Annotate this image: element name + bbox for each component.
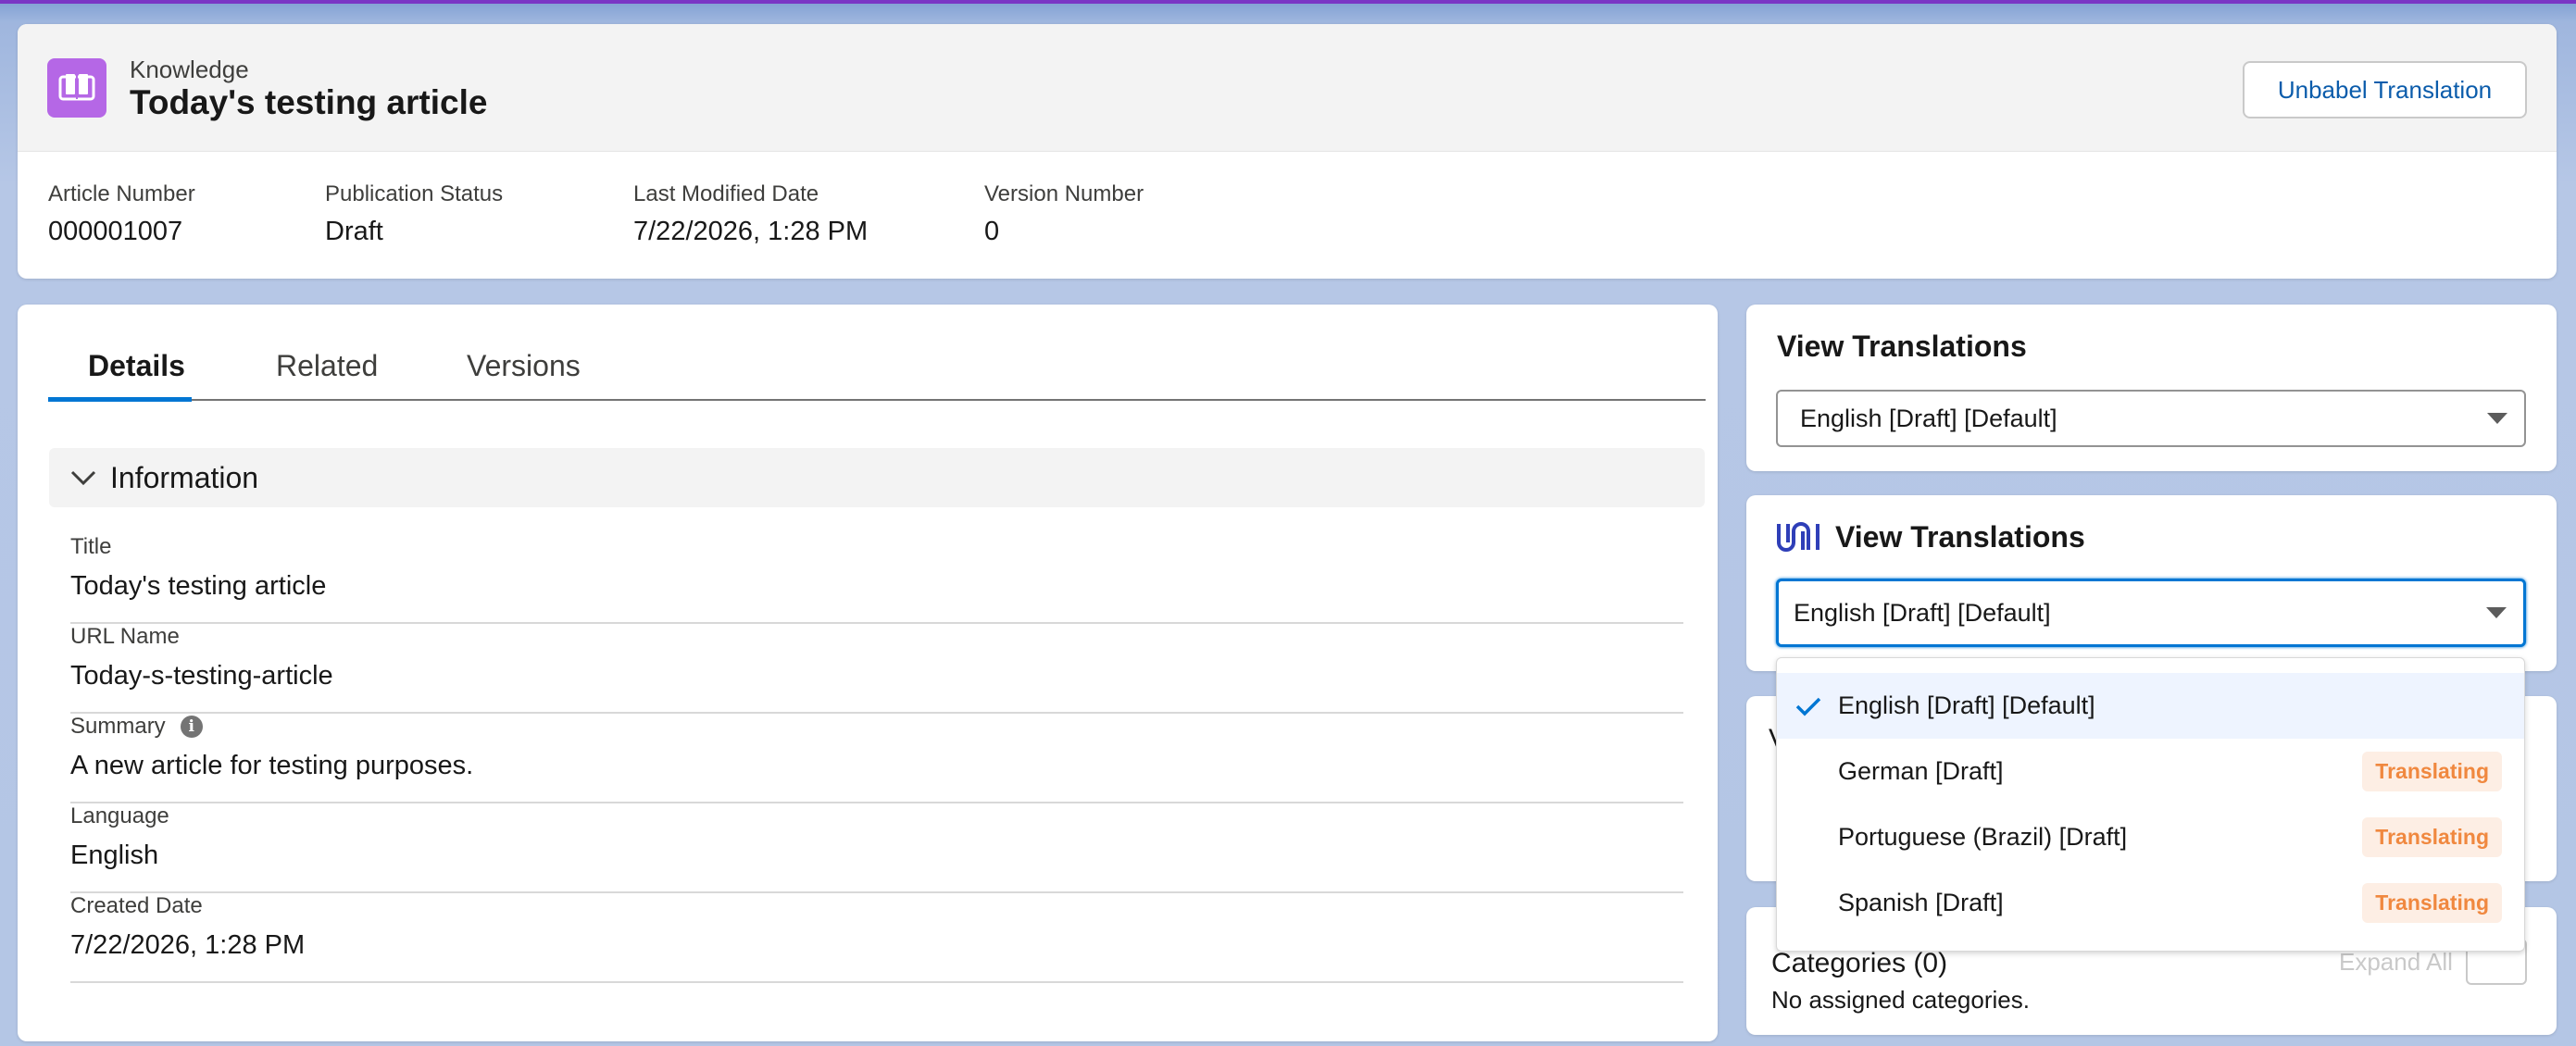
info-icon[interactable]: i: [180, 716, 203, 738]
unbabel-view-translations-card: View Translations English [Draft] [Defau…: [1746, 495, 2557, 671]
field-value: Draft: [325, 217, 383, 246]
details-card: Details Related Versions Information Tit…: [18, 305, 1718, 1041]
tab-bar: Details Related Versions: [48, 305, 1706, 402]
categories-empty-text: No assigned categories.: [1771, 986, 2030, 1014]
dropdown-option-spanish[interactable]: Spanish [Draft] Translating: [1777, 870, 2524, 936]
field-value: Today-s-testing-article: [70, 661, 333, 691]
field-url-name: URL Name Today-s-testing-article: [70, 624, 1683, 714]
tab-related[interactable]: Related: [276, 349, 378, 383]
field-label-text: Created Date: [70, 893, 203, 918]
highlight-field-last-modified-date: Last Modified Date 7/22/2026, 1:28 PM: [633, 181, 868, 247]
unbabel-logo-icon: [1775, 518, 1821, 555]
record-header-top: Knowledge Today's testing article Unbabe…: [18, 24, 2557, 152]
dropdown-option-german[interactable]: German [Draft] Translating: [1777, 739, 2524, 804]
card-title: View Translations: [1777, 330, 2027, 363]
highlight-field-version-number: Version Number 0: [984, 181, 1144, 247]
translating-badge: Translating: [2362, 817, 2502, 857]
field-label: Created Date: [70, 893, 203, 919]
translation-language-select[interactable]: English [Draft] [Default]: [1776, 390, 2526, 447]
caret-down-icon: [2486, 607, 2507, 618]
top-accent-bar: [0, 0, 2576, 4]
option-label: English [Draft] [Default]: [1838, 691, 2095, 719]
option-label: German [Draft]: [1838, 757, 2004, 785]
dropdown-option-portuguese-brazil[interactable]: Portuguese (Brazil) [Draft] Translating: [1777, 804, 2524, 870]
field-value: 000001007: [48, 217, 183, 246]
highlight-field-article-number: Article Number 000001007: [48, 181, 195, 247]
field-label: Article Number: [48, 181, 195, 206]
field-created-date: Created Date 7/22/2026, 1:28 PM: [70, 893, 1683, 983]
field-value: English: [70, 841, 159, 870]
active-tab-indicator: [48, 397, 192, 402]
option-label: Spanish [Draft]: [1838, 889, 2004, 916]
section-title: Information: [110, 460, 259, 494]
field-summary: Summary i A new article for testing purp…: [70, 714, 1683, 803]
field-label: Last Modified Date: [633, 181, 819, 206]
field-label: Version Number: [984, 181, 1144, 206]
field-label-text: URL Name: [70, 624, 180, 649]
record-header: Knowledge Today's testing article Unbabe…: [18, 24, 2557, 279]
field-label: Title: [70, 534, 111, 560]
information-section-header[interactable]: Information: [49, 448, 1705, 507]
card-title: View Translations: [1835, 520, 2085, 554]
dropdown-option-english[interactable]: English [Draft] [Default]: [1777, 673, 2524, 739]
check-icon: [1792, 690, 1825, 723]
translation-dropdown-list: English [Draft] [Default] German [Draft]…: [1776, 657, 2525, 952]
field-value: 7/22/2026, 1:28 PM: [70, 930, 306, 960]
unbabel-translation-button[interactable]: Unbabel Translation: [2243, 61, 2527, 118]
tab-versions[interactable]: Versions: [467, 349, 581, 383]
field-label-text: Summary: [70, 714, 166, 739]
field-label: URL Name: [70, 624, 180, 650]
view-translations-card: View Translations English [Draft] [Defau…: [1746, 305, 2557, 471]
field-title: Title Today's testing article: [70, 534, 1683, 624]
field-label: Language: [70, 803, 169, 829]
selected-value: English [Draft] [Default]: [1794, 598, 2051, 627]
highlight-field-publication-status: Publication Status Draft: [325, 181, 503, 247]
translating-badge: Translating: [2362, 752, 2502, 791]
chevron-down-icon: [68, 462, 99, 493]
option-label: Portuguese (Brazil) [Draft]: [1838, 823, 2128, 851]
record-title: Today's testing article: [130, 83, 488, 121]
field-value: A new article for testing purposes.: [70, 751, 474, 780]
field-label-text: Language: [70, 803, 169, 828]
field-label: Publication Status: [325, 181, 504, 206]
translating-badge: Translating: [2362, 883, 2502, 923]
caret-down-icon: [2487, 413, 2507, 424]
field-value: Today's testing article: [70, 571, 327, 601]
field-value: 7/22/2026, 1:28 PM: [633, 217, 869, 246]
field-label: Summary i: [70, 714, 203, 740]
object-type-label: Knowledge: [130, 56, 249, 83]
expand-all-link[interactable]: Expand All: [2339, 948, 2453, 977]
unbabel-translation-language-select[interactable]: English [Draft] [Default]: [1776, 579, 2526, 647]
field-value: 0: [984, 217, 1000, 246]
field-label-text: Title: [70, 534, 112, 559]
tab-details[interactable]: Details: [88, 349, 185, 383]
field-language: Language English: [70, 803, 1683, 893]
knowledge-book-icon: [47, 58, 106, 118]
categories-title: Categories (0): [1771, 948, 1948, 978]
selected-value: English [Draft] [Default]: [1800, 404, 2057, 432]
